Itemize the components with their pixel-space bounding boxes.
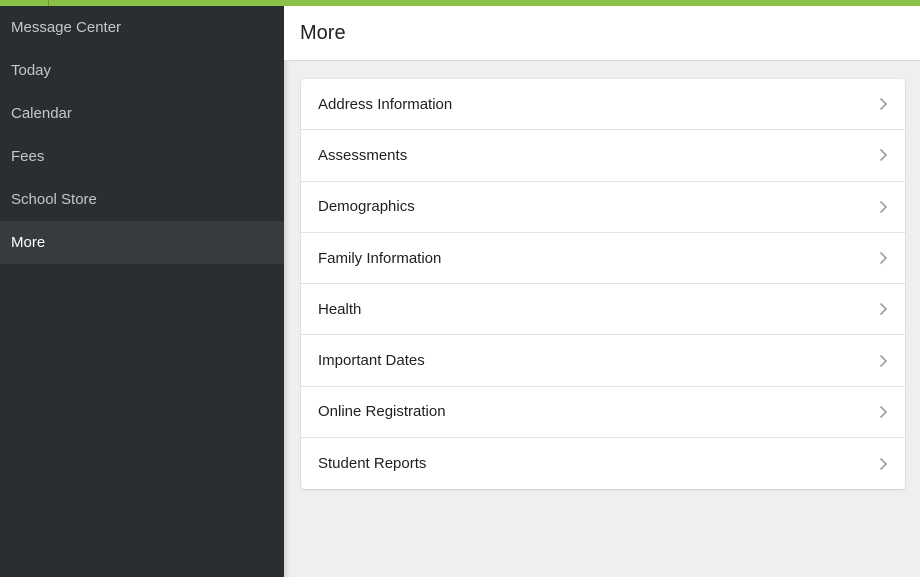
sidebar-item-today[interactable]: Today xyxy=(0,49,284,92)
list-item-assessments[interactable]: Assessments xyxy=(301,130,905,182)
sidebar-item-label: Fees xyxy=(11,148,45,165)
list-item-student-reports[interactable]: Student Reports xyxy=(301,438,905,489)
chevron-right-icon xyxy=(877,301,889,317)
sidebar-shadow xyxy=(284,6,290,577)
sidebar-item-message-center[interactable]: Message Center xyxy=(0,6,284,49)
sidebar-item-label: Today xyxy=(11,62,52,79)
chevron-right-icon xyxy=(877,353,889,369)
more-options-list: Address Information Assessments Demograp… xyxy=(301,79,905,490)
sidebar-nav: Message Center Today Calendar Fees Schoo… xyxy=(0,6,284,577)
list-item-demographics[interactable]: Demographics xyxy=(301,182,905,233)
list-item-label: Important Dates xyxy=(318,352,425,370)
page-title: More xyxy=(300,21,346,44)
chevron-right-icon xyxy=(877,147,889,163)
list-item-label: Address Information xyxy=(318,95,453,113)
sidebar-item-label: Message Center xyxy=(11,19,122,36)
list-item-label: Health xyxy=(318,300,362,318)
chevron-right-icon xyxy=(877,404,889,420)
page-header: More xyxy=(284,6,920,61)
list-item-label: Family Information xyxy=(318,249,442,267)
sidebar-item-calendar[interactable]: Calendar xyxy=(0,92,284,135)
list-item-label: Assessments xyxy=(318,146,408,164)
list-item-important-dates[interactable]: Important Dates xyxy=(301,335,905,387)
sidebar-item-label: School Store xyxy=(11,191,97,208)
sidebar-item-school-store[interactable]: School Store xyxy=(0,178,284,221)
list-item-label: Student Reports xyxy=(318,455,427,473)
chevron-right-icon xyxy=(877,250,889,266)
list-item-family-information[interactable]: Family Information xyxy=(301,233,905,285)
chevron-right-icon xyxy=(877,456,889,472)
list-item-label: Online Registration xyxy=(318,403,446,421)
list-item-label: Demographics xyxy=(318,198,415,216)
list-item-online-registration[interactable]: Online Registration xyxy=(301,387,905,439)
sidebar-item-label: More xyxy=(11,234,46,251)
chevron-right-icon xyxy=(877,199,889,215)
list-item-health[interactable]: Health xyxy=(301,284,905,336)
sidebar-item-fees[interactable]: Fees xyxy=(0,135,284,178)
list-item-address-information[interactable]: Address Information xyxy=(301,79,905,131)
sidebar-item-more[interactable]: More xyxy=(0,221,284,264)
chevron-right-icon xyxy=(877,96,889,112)
sidebar-item-label: Calendar xyxy=(11,105,72,122)
